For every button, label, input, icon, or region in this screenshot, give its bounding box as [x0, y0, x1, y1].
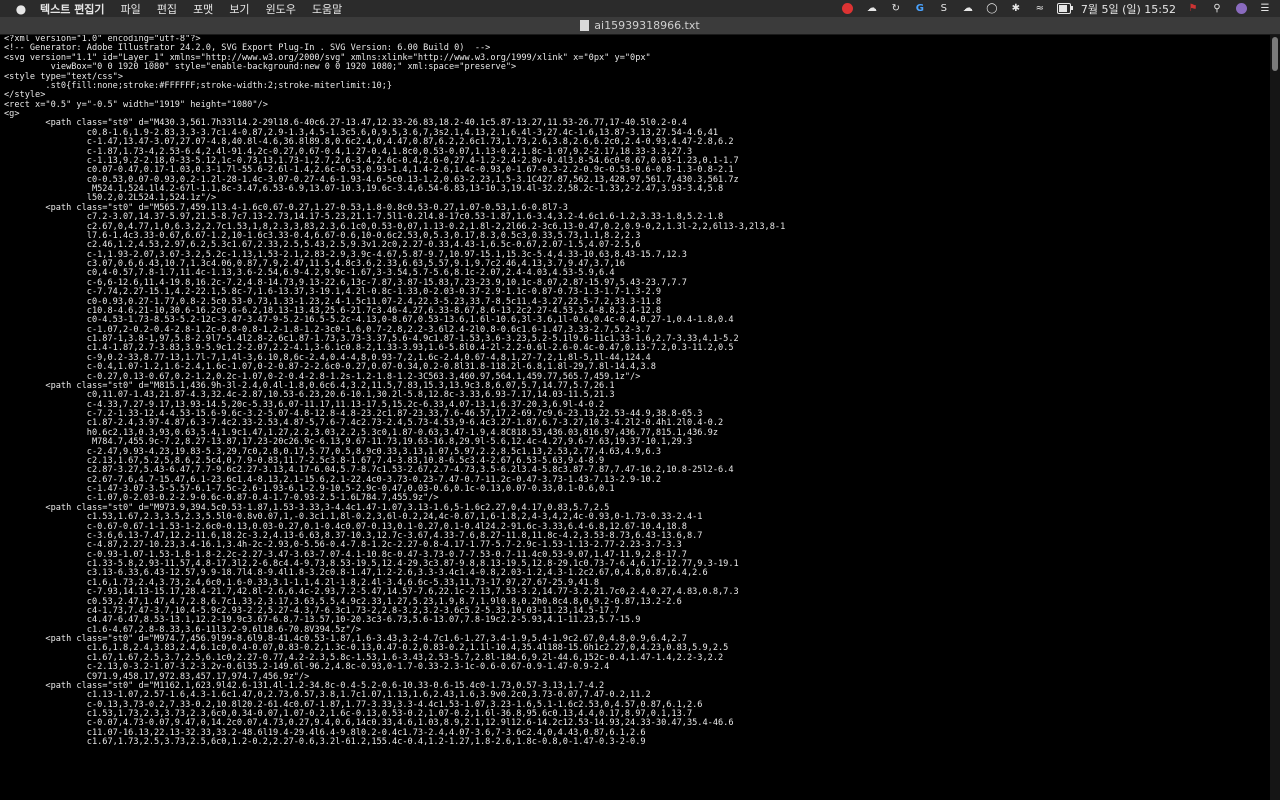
text-line[interactable]: <rect x="0.5" y="-0.5" width="1919" heig…: [4, 100, 1270, 110]
notification-app-icon[interactable]: [841, 3, 855, 15]
battery-icon[interactable]: [1056, 3, 1073, 15]
menu-file[interactable]: 파일: [121, 1, 141, 17]
s-app-icon[interactable]: S: [937, 3, 951, 15]
menu-app-name[interactable]: 텍스트 편집기: [40, 1, 105, 17]
scrollbar-thumb[interactable]: [1272, 37, 1278, 71]
menu-help[interactable]: 도움말: [312, 1, 342, 17]
user-avatar-icon[interactable]: [1234, 3, 1248, 15]
menu-window[interactable]: 윈도우: [266, 1, 296, 17]
window-title: ai15939318966.txt: [594, 19, 700, 32]
menu-format[interactable]: 포맷: [193, 1, 213, 17]
spotlight-search-icon[interactable]: ⚲: [1210, 3, 1224, 15]
text-line[interactable]: .st0{fill:none;stroke:#FFFFFF;stroke-wid…: [4, 81, 1270, 91]
cloud-icon[interactable]: ☁: [961, 3, 975, 15]
vertical-scrollbar[interactable]: [1270, 35, 1280, 800]
glasses-icon[interactable]: ◯: [985, 3, 999, 15]
status-area: ☁ ↻ G S ☁ ◯ ✱ ≈ 7월 5일 (일) 15:52 ⚑ ⚲ ☰: [841, 0, 1272, 17]
bluetooth-icon[interactable]: ✱: [1009, 3, 1023, 15]
menu-edit[interactable]: 편집: [157, 1, 177, 17]
g-app-icon[interactable]: G: [913, 3, 927, 15]
text-line[interactable]: viewBox="0 0 1920 1080" style="enable-ba…: [4, 62, 1270, 72]
document-icon: [580, 20, 590, 31]
file-content[interactable]: <?xml version="1.0" encoding="utf-8"?> <!…: [0, 35, 1270, 748]
reload-icon[interactable]: ↻: [889, 3, 903, 15]
menu-bar: ● 텍스트 편집기 파일 편집 포맷 보기 윈도우 도움말 ☁ ↻ G S ☁ …: [0, 0, 1280, 17]
apple-menu-icon[interactable]: ●: [14, 2, 28, 16]
text-editor-area[interactable]: <?xml version="1.0" encoding="utf-8"?> <!…: [0, 35, 1270, 800]
control-center-icon[interactable]: ☰: [1258, 3, 1272, 15]
clock[interactable]: 7월 5일 (일) 15:52: [1081, 1, 1176, 17]
wifi-icon[interactable]: ≈: [1033, 3, 1047, 15]
flag-us-icon[interactable]: ⚑: [1186, 3, 1200, 15]
menu-view[interactable]: 보기: [229, 1, 249, 17]
text-line[interactable]: c1.67,1.73,2.5,3.73,2.5,6c0,1.2-0.2,2.27…: [4, 737, 1270, 747]
window-title-bar[interactable]: ai15939318966.txt: [0, 17, 1280, 35]
menu-bar-left: ● 텍스트 편집기 파일 편집 포맷 보기 윈도우 도움말: [0, 0, 358, 17]
cloud-upload-icon[interactable]: ☁: [865, 3, 879, 15]
